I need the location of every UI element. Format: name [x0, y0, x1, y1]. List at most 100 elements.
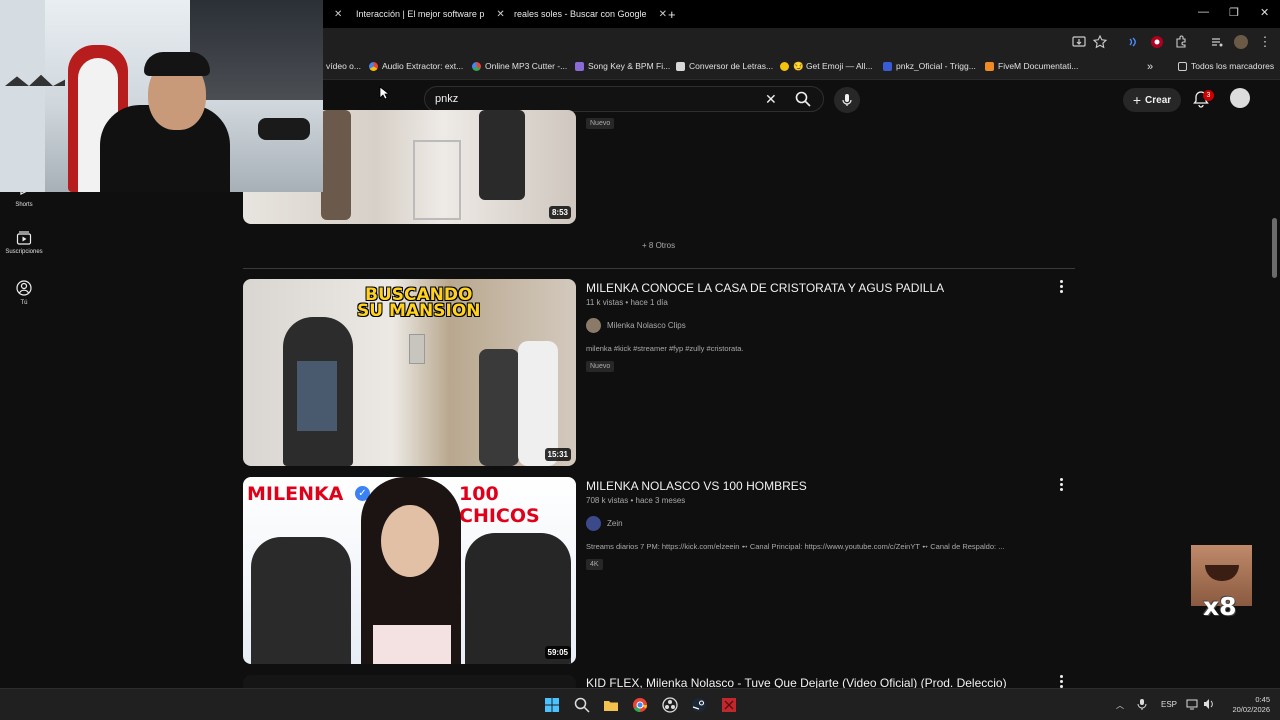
sidebar-item-label: Shorts [15, 202, 33, 208]
new-tab-button[interactable]: + [660, 2, 684, 26]
channel-name[interactable]: Zein [607, 519, 623, 528]
video-meta: 708 k vistas • hace 3 meses [586, 496, 686, 505]
channel-avatar[interactable] [586, 516, 601, 531]
folder-icon [1178, 61, 1187, 71]
webcam-overlay [0, 0, 323, 192]
windows-taskbar: ︿ ESP 0:45 20/02/2026 [0, 688, 1280, 720]
star-bookmark-icon[interactable] [1093, 35, 1107, 49]
chrome-menu-icon[interactable]: ⋮ [1258, 35, 1272, 49]
thumbnail-text: 100 CHICOS [459, 483, 540, 527]
video-title[interactable]: MILENKA CONOCE LA CASA DE CRISTORATA Y A… [586, 281, 944, 295]
bookmark-item[interactable]: Audio Extractor: ext... [369, 61, 463, 71]
webcam-wall [0, 0, 45, 192]
bookmark-label: FiveM Documentati... [998, 61, 1079, 71]
video-duration: 15:31 [544, 448, 571, 461]
sidebar-item-subscriptions[interactable]: Suscripciones [0, 231, 48, 255]
file-explorer-icon[interactable] [603, 697, 619, 713]
webcam-person-hair [144, 52, 210, 76]
search-input[interactable]: pnkz [435, 93, 458, 105]
taskbar-search-icon[interactable] [574, 697, 590, 713]
more-actions-icon[interactable] [1060, 478, 1064, 493]
microphone-icon [842, 94, 852, 106]
close-window-button[interactable]: ✕ [1260, 6, 1269, 19]
search-box[interactable]: pnkz ✕ [424, 86, 824, 112]
thumbnail-face [381, 505, 439, 577]
thumbnail-shelf [413, 140, 461, 220]
create-button[interactable]: + Crear [1123, 88, 1181, 112]
extensions-puzzle-icon[interactable] [1174, 35, 1188, 49]
bookmark-item[interactable]: pnkz_Oficial - Trigg... [883, 61, 976, 71]
app-red-icon[interactable] [721, 697, 737, 713]
audio-extractor-icon [369, 61, 378, 71]
obs-icon[interactable] [662, 697, 678, 713]
profile-avatar-icon[interactable] [1234, 35, 1248, 49]
video-duration: 59:05 [544, 646, 571, 659]
voice-search-button[interactable] [834, 87, 860, 113]
bookmark-item[interactable]: Online MP3 Cutter -... [472, 61, 567, 71]
bookmark-label: vídeo o... [326, 61, 361, 71]
account-avatar[interactable] [1230, 88, 1250, 108]
webcam-window [190, 0, 323, 100]
thumbnail-figure [479, 349, 519, 466]
thumbnail-group-right [465, 533, 571, 664]
channel-avatar[interactable] [586, 318, 601, 333]
sidebar-item-you[interactable]: Tú [0, 280, 48, 306]
more-results-link[interactable]: + 8 Otros [642, 241, 675, 250]
video-title[interactable]: MILENKA NOLASCO VS 100 HOMBRES [586, 479, 807, 493]
maximize-button[interactable]: ❐ [1229, 6, 1239, 19]
new-badge: Nuevo [586, 118, 615, 129]
bookmark-item[interactable]: FiveM Documentati... [985, 61, 1078, 71]
video-description: Streams diarios 7 PM: https://kick.com/e… [586, 542, 1005, 551]
channel-link[interactable]: Milenka Nolasco Clips [586, 318, 686, 333]
bookmark-label: Online MP3 Cutter -... [485, 61, 568, 71]
channel-name[interactable]: Milenka Nolasco Clips [607, 321, 686, 330]
conversor-icon [676, 61, 685, 71]
minimize-button[interactable]: — [1198, 6, 1209, 18]
mp3-cutter-icon [472, 61, 481, 71]
tray-overflow-icon[interactable]: ︿ [1116, 700, 1124, 711]
fivem-icon [985, 61, 994, 71]
steam-icon[interactable] [691, 697, 707, 713]
bookmark-label: Conversor de Letras... [689, 61, 774, 71]
tray-microphone-icon[interactable] [1136, 698, 1148, 710]
webcam-microphone [258, 118, 310, 140]
bookmark-item[interactable]: Conversor de Letras... [676, 61, 773, 71]
video-thumbnail[interactable]: MILENKA ✓ 100 CHICOS 59:05 [243, 477, 576, 664]
bookmark-label: Song Key & BPM Fi... [588, 61, 671, 71]
install-app-icon[interactable] [1072, 35, 1086, 49]
bookmark-item[interactable]: Song Key & BPM Fi... [575, 61, 670, 71]
more-actions-icon[interactable] [1060, 280, 1064, 295]
thumbnail-intercom [409, 334, 425, 364]
notification-count-badge: 3 [1203, 90, 1214, 101]
network-icon[interactable] [1186, 698, 1198, 710]
extension-red-icon[interactable] [1150, 35, 1164, 49]
emote-multiplier: x8 [1203, 592, 1237, 621]
language-indicator[interactable]: ESP [1161, 700, 1177, 709]
trigger-icon [883, 61, 892, 71]
mouse-cursor-icon [379, 86, 389, 100]
thumbnail-text: SU MANSION [357, 301, 481, 322]
plus-icon: + [1132, 92, 1142, 108]
clock[interactable]: 0:45 20/02/2026 [1226, 695, 1270, 715]
thumbnail-figure [479, 110, 525, 200]
media-queue-icon[interactable] [1210, 35, 1224, 49]
page-scrollbar[interactable] [1272, 218, 1277, 278]
bookmark-item[interactable]: vídeo o... [326, 61, 361, 71]
all-bookmarks-button[interactable]: Todos los marcadores [1178, 61, 1274, 71]
search-icon[interactable] [795, 91, 811, 107]
section-divider [243, 268, 1075, 269]
chrome-icon[interactable] [632, 697, 648, 713]
windows-start-icon[interactable] [544, 697, 560, 713]
clear-search-icon[interactable]: ✕ [765, 91, 777, 108]
video-thumbnail[interactable]: BUSCANDO SU MANSION 15:31 [243, 279, 576, 466]
tab-interaccion[interactable]: Interacción | El mejor software p ✕ [342, 2, 505, 26]
you-icon [16, 280, 32, 296]
tab-google[interactable]: reales soles - Buscar con Google ✕ [500, 2, 667, 26]
bookmarks-overflow-button[interactable]: » [1147, 61, 1153, 73]
new-badge: Nuevo [586, 361, 615, 372]
bookmark-item[interactable]: 😏 Get Emoji — All... [780, 61, 873, 72]
clock-date: 20/02/2026 [1232, 705, 1270, 714]
channel-link[interactable]: Zein [586, 516, 623, 531]
volume-icon[interactable] [1203, 698, 1215, 710]
extension-blue-icon[interactable] [1126, 35, 1140, 49]
